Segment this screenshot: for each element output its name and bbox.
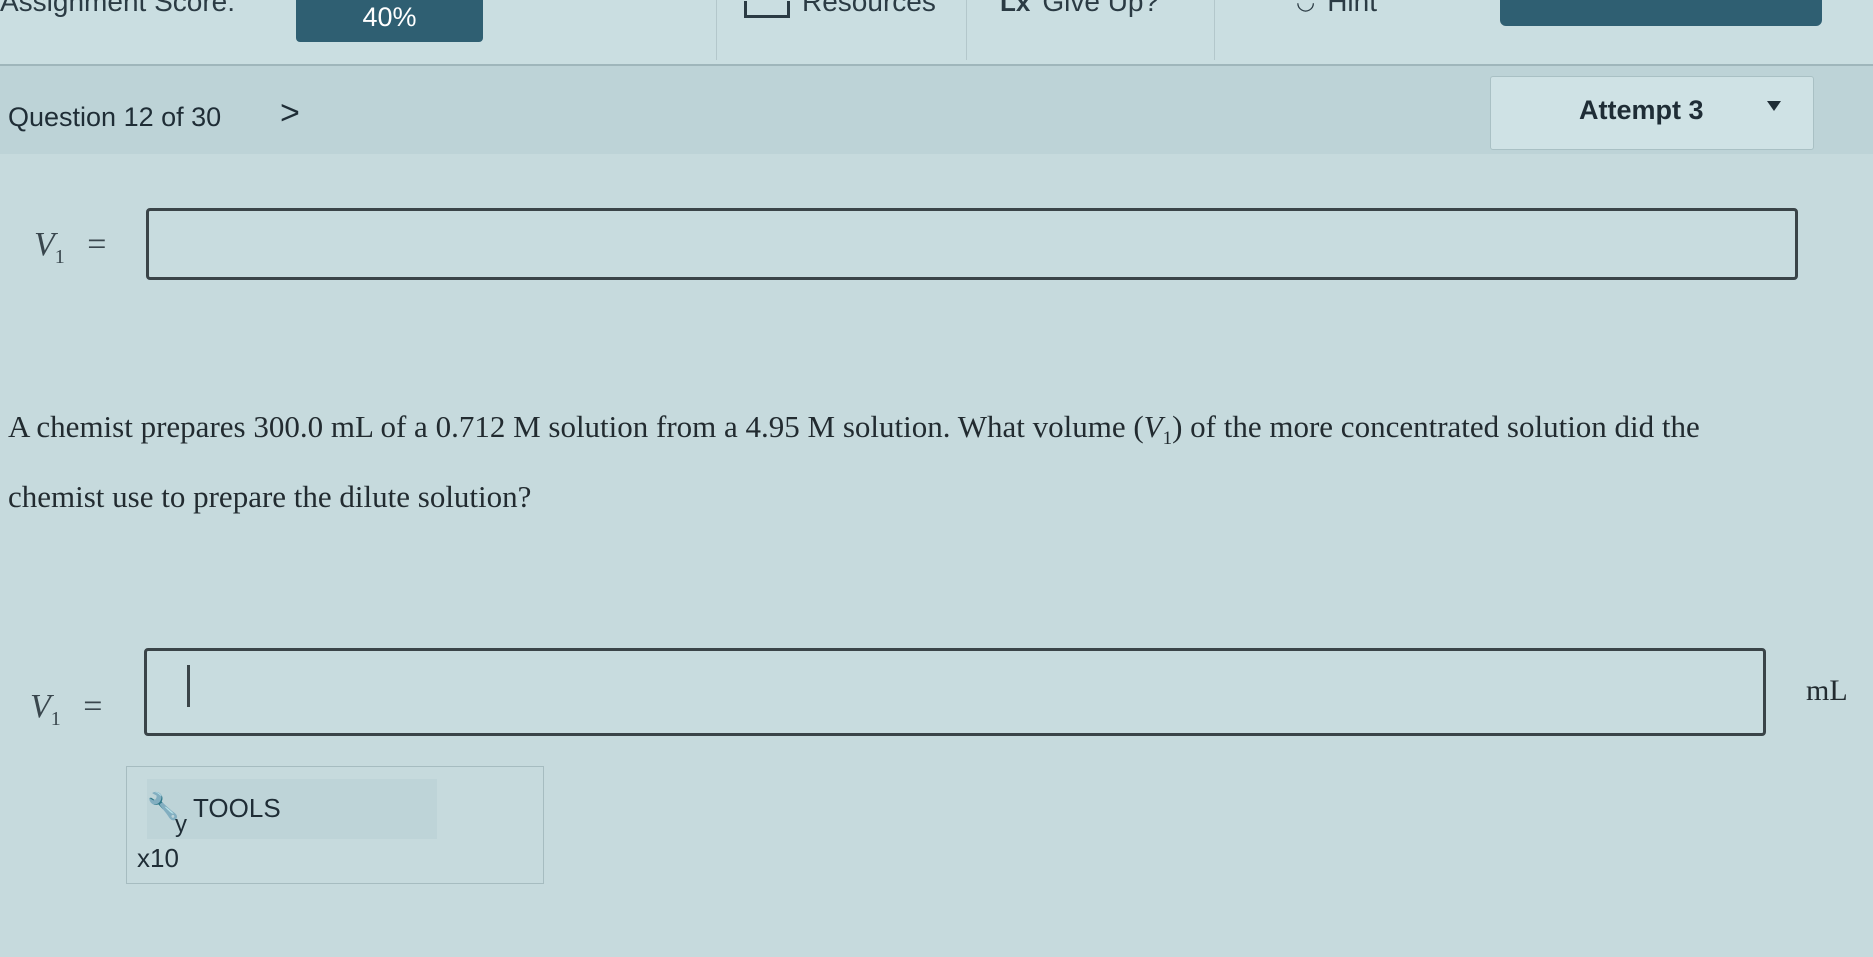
hint-button[interactable]: ◡ Hint: [1296, 0, 1377, 18]
give-up-label: Give Up?: [1042, 0, 1160, 17]
resources-button[interactable]: Resources: [744, 0, 936, 18]
text-cursor: [187, 665, 190, 707]
x10-button[interactable]: x10: [137, 843, 179, 874]
question-text: A chemist prepares 300.0 mL of a 0.712 M…: [8, 409, 1700, 515]
resources-label: Resources: [802, 0, 936, 17]
top-answer-input[interactable]: [146, 208, 1798, 280]
toolbar-divider: [1214, 0, 1215, 60]
volume-answer-input[interactable]: [144, 648, 1766, 736]
question-number: Question 12 of 30: [8, 102, 222, 132]
hint-label: Hint: [1327, 0, 1377, 17]
attempt-dropdown[interactable]: Attempt 3: [1490, 76, 1814, 150]
lightbulb-icon: ◡: [1296, 0, 1316, 14]
unit-label: mL: [1806, 674, 1848, 707]
toolbar-divider: [716, 0, 717, 60]
tools-label: TOOLS: [193, 793, 281, 823]
answer-variable-label: V1 =: [30, 688, 103, 730]
assignment-score-value: 40%: [362, 1, 417, 32]
tools-button[interactable]: [147, 779, 437, 839]
attempt-label: Attempt 3: [1579, 95, 1704, 125]
give-up-button[interactable]: Lx Give Up?: [1000, 0, 1159, 18]
assignment-score-badge: 40%: [296, 0, 483, 42]
chevron-down-icon: [1767, 101, 1781, 111]
exponent-y-label: y: [175, 811, 187, 838]
next-question-chevron-icon[interactable]: >: [280, 94, 300, 133]
top-variable-label: V1 =: [34, 226, 107, 268]
assignment-score-label: Assignment Score:: [0, 0, 235, 17]
toolbar-divider: [966, 0, 967, 60]
give-up-icon: Lx: [1000, 0, 1031, 17]
check-answer-button[interactable]: [1500, 0, 1822, 26]
resources-icon: [744, 0, 790, 18]
top-toolbar: Assignment Score: 40% Resources Lx Give …: [0, 0, 1873, 66]
tools-panel: 🔧 TOOLS y x10: [126, 766, 544, 884]
